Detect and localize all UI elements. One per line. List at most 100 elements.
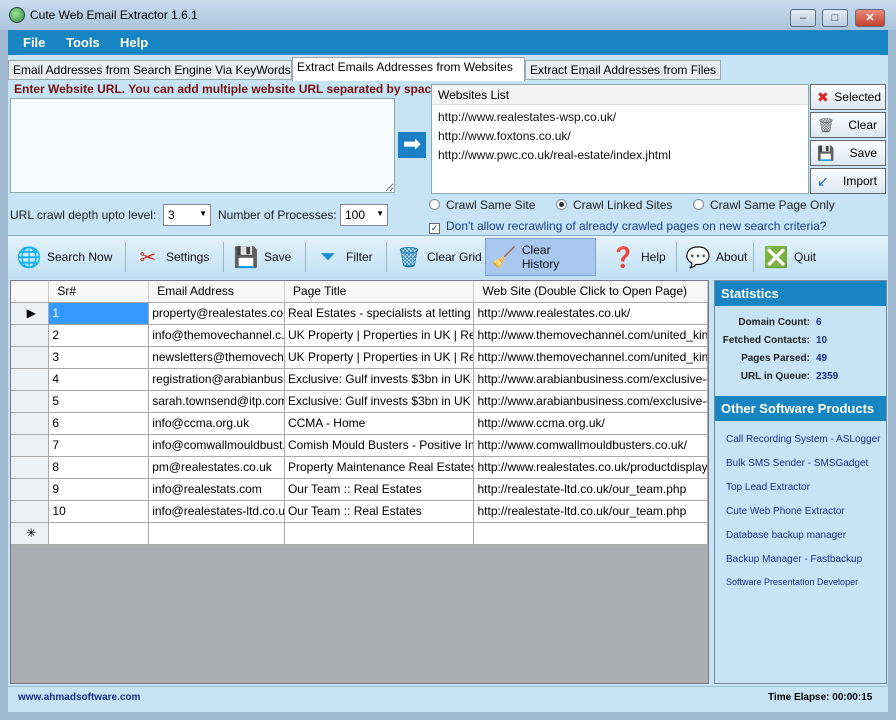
save-button[interactable]: 💾 Save [228,238,295,276]
menu-tools[interactable]: Tools [66,35,100,50]
cell-sr[interactable]: 6 [48,412,150,435]
cell-website[interactable]: http://www.themovechannel.com/united_kin… [473,324,708,347]
row-header[interactable]: ✳ [11,522,50,545]
column-header-sr[interactable]: Sr# [48,281,150,303]
remove-selected-button[interactable]: ✖ Selected [810,84,886,110]
cell-title[interactable]: Our Team :: Real Estates [284,500,475,523]
cell-sr[interactable]: 10 [48,500,150,523]
cell-email[interactable]: property@realestates.co.... [148,302,285,325]
row-header[interactable] [11,412,50,435]
cell-title[interactable]: Our Team :: Real Estates [284,478,475,501]
row-header[interactable] [11,478,50,501]
cell-title[interactable]: CCMA - Home [284,412,475,435]
row-header[interactable]: ▶ [11,302,50,325]
table-row[interactable]: ▶ 1 property@realestates.co.... Real Estate… [11,302,708,325]
new-row[interactable]: ✳ [11,522,708,545]
row-header[interactable] [11,368,50,391]
cell-title[interactable]: Property Maintenance Real Estates ... [284,456,475,479]
quit-button[interactable]: ❎ Quit [758,238,820,276]
cell-new[interactable] [48,522,150,545]
clear-grid-button[interactable]: 🗑 Clear Grid [391,238,486,276]
minimize-button[interactable]: – [790,9,816,27]
cell-title[interactable]: Comish Mould Busters - Positive Inp... [284,434,475,457]
url-input[interactable] [10,98,395,193]
cell-title[interactable]: UK Property | Properties in UK | Real ..… [284,324,475,347]
results-grid[interactable]: Sr# Email Address Page Title Web Site (D… [10,280,709,684]
row-header[interactable] [11,346,50,369]
tab-websites[interactable]: Extract Emails Addresses from Websites [292,57,525,81]
cell-email[interactable]: info@ccma.org.uk [148,412,285,435]
cell-sr[interactable]: 9 [48,478,150,501]
help-button[interactable]: ❓ Help [605,238,670,276]
cell-website[interactable]: http://www.arabianbusiness.com/exclusive… [473,390,708,413]
search-now-button[interactable]: 🌐 Search Now [11,238,116,276]
menu-help[interactable]: Help [120,35,148,50]
maximize-button[interactable]: □ [822,9,848,27]
cell-email[interactable]: info@themovechannel.c... [148,324,285,347]
cell-sr[interactable]: 1 [48,302,150,325]
close-button[interactable]: ✕ [855,9,885,27]
settings-button[interactable]: ✂ Settings [130,238,213,276]
cell-website[interactable]: http://www.realestates.co.uk/productdisp… [473,456,708,479]
import-list-button[interactable]: ↙ Import [810,168,886,194]
product-link[interactable]: Top Lead Extractor [726,482,810,493]
product-link[interactable]: Backup Manager - Fastbackup [726,554,862,565]
table-row[interactable]: 5 sarah.townsend@itp.com Exclusive: Gulf i… [11,390,708,413]
table-row[interactable]: 9 info@realestats.com Our Team :: Real Est… [11,478,708,501]
row-header[interactable] [11,500,50,523]
cell-title[interactable]: Real Estates - specialists at letting re… [284,302,475,325]
add-url-arrow-button[interactable]: ➡ [398,132,426,158]
cell-website[interactable]: http://www.realestates.co.uk/ [473,302,708,325]
cell-email[interactable]: info@comwallmouldbust... [148,434,285,457]
product-link[interactable]: Call Recording System - ASLogger [726,434,881,445]
no-recrawl-checkbox[interactable]: ✓ Don't allow recrawling of already crawl… [429,219,826,234]
websites-list[interactable]: Websites List http://www.realestates-wsp… [431,84,809,194]
row-header[interactable] [11,390,50,413]
radio-crawl-same-site[interactable]: Crawl Same Site [429,198,535,212]
column-header-email[interactable]: Email Address [148,281,285,303]
cell-website[interactable]: http://realestate-ltd.co.uk/our_team.php [473,478,708,501]
cell-email[interactable]: sarah.townsend@itp.com [148,390,285,413]
processes-select[interactable]: 100 ▼ [340,204,388,226]
cell-email[interactable]: info@realestats.com [148,478,285,501]
radio-crawl-same-page[interactable]: Crawl Same Page Only [693,198,835,212]
cell-sr[interactable]: 8 [48,456,150,479]
website-item[interactable]: http://www.pwc.co.uk/real-estate/index.j… [438,148,671,162]
save-list-button[interactable]: 💾 Save [810,140,886,166]
cell-title[interactable]: Exclusive: Gulf invests $3bn in UK pr... [284,390,475,413]
about-button[interactable]: 💬 About [680,238,751,276]
filter-button[interactable]: ⏷ Filter [310,238,377,276]
cell-sr[interactable]: 4 [48,368,150,391]
table-row[interactable]: 7 info@comwallmouldbust... Comish Mould Bu… [11,434,708,457]
clear-list-button[interactable]: 🗑 Clear [810,112,886,138]
cell-website[interactable]: http://www.ccma.org.uk/ [473,412,708,435]
table-row[interactable]: 10 info@realestates-ltd.co.uk Our Team :: … [11,500,708,523]
cell-website[interactable]: http://www.themovechannel.com/united_kin… [473,346,708,369]
table-row[interactable]: 8 pm@realestates.co.uk Property Maintenanc… [11,456,708,479]
cell-new[interactable] [148,522,285,545]
cell-sr[interactable]: 7 [48,434,150,457]
table-row[interactable]: 2 info@themovechannel.c... UK Property | P… [11,324,708,347]
cell-website[interactable]: http://www.arabianbusiness.com/exclusive… [473,368,708,391]
cell-email[interactable]: info@realestates-ltd.co.uk [148,500,285,523]
cell-new[interactable] [473,522,708,545]
table-row[interactable]: 6 info@ccma.org.uk CCMA - Home http://www.c… [11,412,708,435]
depth-select[interactable]: 3 ▼ [163,204,211,226]
column-header-website[interactable]: Web Site (Double Click to Open Page) [473,281,708,303]
radio-crawl-linked-sites[interactable]: Crawl Linked Sites [556,198,672,212]
cell-sr[interactable]: 3 [48,346,150,369]
cell-title[interactable]: UK Property | Properties in UK | Real ..… [284,346,475,369]
product-link[interactable]: Software Presentation Developer [726,577,858,587]
website-link[interactable]: www.ahmadsoftware.com [18,692,140,703]
cell-sr[interactable]: 5 [48,390,150,413]
cell-title[interactable]: Exclusive: Gulf invests $3bn in UK pr... [284,368,475,391]
menu-file[interactable]: File [23,35,45,50]
cell-website[interactable]: http://realestate-ltd.co.uk/our_team.php [473,500,708,523]
cell-sr[interactable]: 2 [48,324,150,347]
cell-website[interactable]: http://www.comwallmouldbusters.co.uk/ [473,434,708,457]
cell-email[interactable]: registration@arabianbusi... [148,368,285,391]
row-header[interactable] [11,324,50,347]
cell-new[interactable] [284,522,475,545]
website-item[interactable]: http://www.foxtons.co.uk/ [438,129,571,143]
product-link[interactable]: Bulk SMS Sender - SMSGadget [726,458,868,469]
